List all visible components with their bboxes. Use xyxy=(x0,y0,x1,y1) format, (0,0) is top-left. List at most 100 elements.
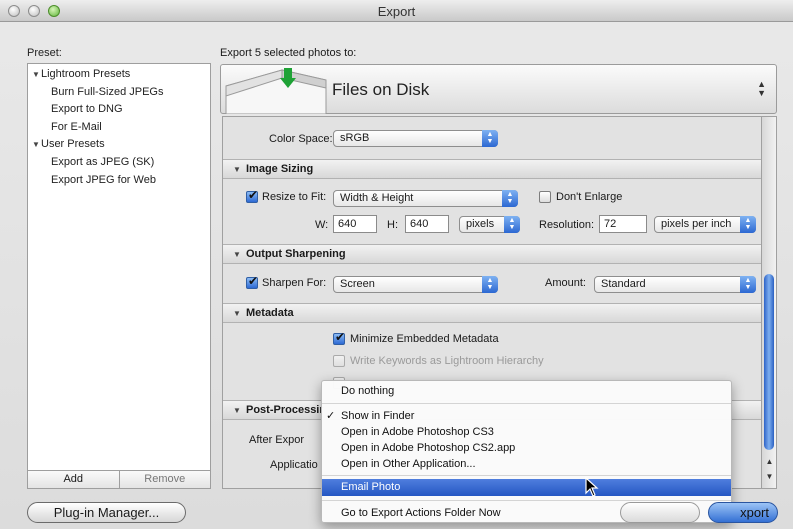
image-sizing-title: Image Sizing xyxy=(246,163,314,175)
menu-item-do-nothing[interactable]: Do nothing xyxy=(322,383,731,400)
width-input[interactable]: 640 xyxy=(333,215,377,233)
menu-item-label: Do nothing xyxy=(341,385,395,397)
size-units-value: pixels xyxy=(466,218,495,230)
preset-label: Lightroom Presets xyxy=(41,68,131,80)
minimize-metadata-label: Minimize Embedded Metadata xyxy=(350,333,499,345)
menu-item-other-application[interactable]: Open in Other Application... xyxy=(322,456,731,473)
add-preset-button[interactable]: Add xyxy=(28,471,119,488)
color-space-select[interactable]: sRGB ▲ ▼ xyxy=(333,130,498,147)
preset-label: For E-Mail xyxy=(51,120,102,133)
color-space-value: sRGB xyxy=(340,132,370,144)
title-bar[interactable]: Export xyxy=(0,0,793,22)
cancel-button[interactable] xyxy=(620,502,700,523)
resize-mode-value: Width & Height xyxy=(340,192,414,204)
menu-item-label: Go to Export Actions Folder Now xyxy=(341,507,501,519)
post-processing-title: Post-Processir xyxy=(246,404,324,416)
preset-group[interactable]: ▼Lightroom Presets xyxy=(28,66,210,84)
dont-enlarge-checkbox[interactable] xyxy=(539,191,551,203)
sharpen-for-label: Sharpen For: xyxy=(262,277,327,289)
remove-preset-button[interactable]: Remove xyxy=(118,471,211,488)
preset-item[interactable]: Export JPEG for Web xyxy=(28,172,210,190)
disclosure-triangle-icon: ▼ xyxy=(233,165,241,174)
write-keywords-checkbox xyxy=(333,355,345,367)
preset-item[interactable]: Export as JPEG (SK) xyxy=(28,154,210,172)
amount-select[interactable]: Standard ▲ ▼ xyxy=(594,276,756,293)
scrollbar-thumb[interactable] xyxy=(764,274,774,450)
application-label: Applicatio xyxy=(270,459,318,471)
export-destination-select[interactable]: Files on Disk ▲ ▼ xyxy=(220,64,777,114)
resize-to-fit-label: Resize to Fit: xyxy=(262,191,327,203)
stepper-icon: ▲ ▼ xyxy=(482,276,498,293)
disk-export-icon xyxy=(225,68,327,114)
minimize-metadata-checkbox[interactable] xyxy=(333,330,345,345)
amount-value: Standard xyxy=(601,278,646,290)
preset-group[interactable]: ▼User Presets xyxy=(28,136,210,154)
export-button[interactable]: xport xyxy=(708,502,778,523)
settings-scrollbar[interactable]: ▲ ▼ xyxy=(762,116,777,489)
resolution-input[interactable]: 72 xyxy=(599,215,647,233)
preset-label: Preset: xyxy=(27,47,62,59)
stepper-icon: ▲ ▼ xyxy=(504,216,520,233)
menu-separator xyxy=(322,475,731,476)
export-dialog: Export Preset: ▼Lightroom Presets Burn Fu… xyxy=(0,0,793,529)
disclosure-triangle-icon[interactable]: ▼ xyxy=(32,136,41,154)
menu-item-show-in-finder[interactable]: ✓ Show in Finder xyxy=(322,408,731,425)
metadata-title: Metadata xyxy=(246,307,294,319)
image-sizing-header[interactable]: ▼ Image Sizing xyxy=(223,159,761,179)
resolution-label: Resolution: xyxy=(539,219,595,231)
disclosure-triangle-icon: ▼ xyxy=(233,250,241,259)
pointer-cursor-icon xyxy=(585,477,599,497)
resolution-units-value: pixels per inch xyxy=(661,218,732,230)
stepper-icon: ▲ ▼ xyxy=(740,276,756,293)
preset-list-panel: ▼Lightroom Presets Burn Full-Sized JPEGs E… xyxy=(27,63,211,489)
write-keywords-label: Write Keywords as Lightroom Hierarchy xyxy=(350,355,544,367)
dont-enlarge-label: Don't Enlarge xyxy=(556,191,623,203)
color-space-label: Color Space: xyxy=(269,133,333,145)
width-label: W: xyxy=(315,219,329,231)
menu-item-email-photo[interactable]: Email Photo xyxy=(322,479,731,496)
disclosure-triangle-icon: ▼ xyxy=(233,309,241,318)
window-title: Export xyxy=(377,4,416,19)
menu-item-photoshop-cs3[interactable]: Open in Adobe Photoshop CS3 xyxy=(322,424,731,441)
metadata-header[interactable]: ▼ Metadata xyxy=(223,303,761,323)
menu-separator xyxy=(322,500,731,501)
preset-label: Burn Full-Sized JPEGs xyxy=(51,85,164,98)
sharpen-for-checkbox[interactable] xyxy=(246,274,258,289)
menu-item-label: Open in Adobe Photoshop CS2.app xyxy=(341,442,516,454)
preset-label: User Presets xyxy=(41,138,105,151)
menu-item-photoshop-cs2[interactable]: Open in Adobe Photoshop CS2.app xyxy=(322,440,731,457)
stepper-icon: ▲ ▼ xyxy=(757,79,766,98)
disclosure-triangle-icon[interactable]: ▼ xyxy=(32,66,41,84)
disclosure-triangle-icon: ▼ xyxy=(233,406,241,415)
checkmark-icon: ✓ xyxy=(326,410,336,422)
resolution-units-select[interactable]: pixels per inch ▲ ▼ xyxy=(654,216,756,233)
menu-item-label: Show in Finder xyxy=(341,410,415,422)
height-input[interactable]: 640 xyxy=(405,215,449,233)
size-units-select[interactable]: pixels ▲ ▼ xyxy=(459,216,520,233)
preset-item[interactable]: Export to DNG xyxy=(28,101,210,119)
scroll-down-arrow-icon[interactable]: ▼ xyxy=(763,472,776,481)
after-export-label: After Expor xyxy=(249,434,305,446)
amount-label: Amount: xyxy=(545,277,586,289)
preset-label: Export JPEG for Web xyxy=(51,173,156,186)
stepper-icon: ▲ ▼ xyxy=(502,190,518,207)
sharpen-for-value: Screen xyxy=(340,278,375,290)
preset-item[interactable]: Burn Full-Sized JPEGs xyxy=(28,84,210,102)
height-label: H: xyxy=(387,219,398,231)
preset-tree: ▼Lightroom Presets Burn Full-Sized JPEGs E… xyxy=(28,66,210,189)
preset-item[interactable]: For E-Mail xyxy=(28,119,210,137)
menu-item-label: Open in Adobe Photoshop CS3 xyxy=(341,426,494,438)
plugin-manager-button[interactable]: Plug-in Manager... xyxy=(27,502,186,523)
stepper-icon: ▲ ▼ xyxy=(740,216,756,233)
output-sharpening-header[interactable]: ▼ Output Sharpening xyxy=(223,244,761,264)
destination-title: Files on Disk xyxy=(332,80,430,99)
menu-item-label: Email Photo xyxy=(341,481,401,493)
sharpen-for-select[interactable]: Screen ▲ ▼ xyxy=(333,276,498,293)
output-sharpening-title: Output Sharpening xyxy=(246,248,346,260)
menu-item-label: Open in Other Application... xyxy=(341,458,476,470)
resize-to-fit-checkbox[interactable] xyxy=(246,188,258,203)
scroll-up-arrow-icon[interactable]: ▲ xyxy=(763,457,776,466)
preset-label: Export to DNG xyxy=(51,103,123,116)
resize-mode-select[interactable]: Width & Height ▲ ▼ xyxy=(333,190,518,207)
stepper-icon: ▲ ▼ xyxy=(482,130,498,147)
